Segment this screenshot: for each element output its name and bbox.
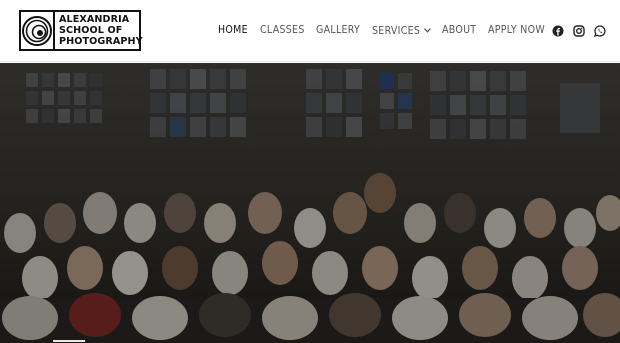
- site-header: ALEXANDRIA SCHOOL OF PHOTOGRAPHY HOME CL…: [0, 0, 620, 62]
- logo-line-2: SCHOOL OF: [59, 25, 123, 36]
- school-logo[interactable]: ALEXANDRIA SCHOOL OF PHOTOGRAPHY: [19, 10, 143, 51]
- nav-item-services-label: SERVICES: [372, 25, 421, 37]
- nav-item-apply-now[interactable]: APPLY NOW: [488, 24, 545, 36]
- aperture-icon: [21, 12, 55, 49]
- nav-item-about[interactable]: ABOUT: [442, 24, 476, 36]
- logo-text: ALEXANDRIA SCHOOL OF PHOTOGRAPHY: [55, 14, 143, 47]
- instagram-icon[interactable]: [573, 24, 585, 37]
- chevron-down-icon: [424, 24, 432, 36]
- whatsapp-icon[interactable]: [594, 24, 606, 37]
- nav-item-services[interactable]: SERVICES: [372, 24, 432, 37]
- hero-photo: [0, 63, 620, 343]
- logo-line-3: PHOTOGRAPHY: [59, 36, 143, 47]
- nav-item-home[interactable]: HOME: [218, 24, 248, 36]
- nav-item-gallery[interactable]: GALLERY: [316, 24, 360, 36]
- nav-item-classes[interactable]: CLASSES: [260, 24, 305, 36]
- facebook-icon[interactable]: [552, 24, 564, 37]
- slider-indicator[interactable]: [53, 340, 85, 342]
- logo-line-1: ALEXANDRIA: [59, 14, 130, 25]
- hero-dark-overlay: [0, 63, 620, 343]
